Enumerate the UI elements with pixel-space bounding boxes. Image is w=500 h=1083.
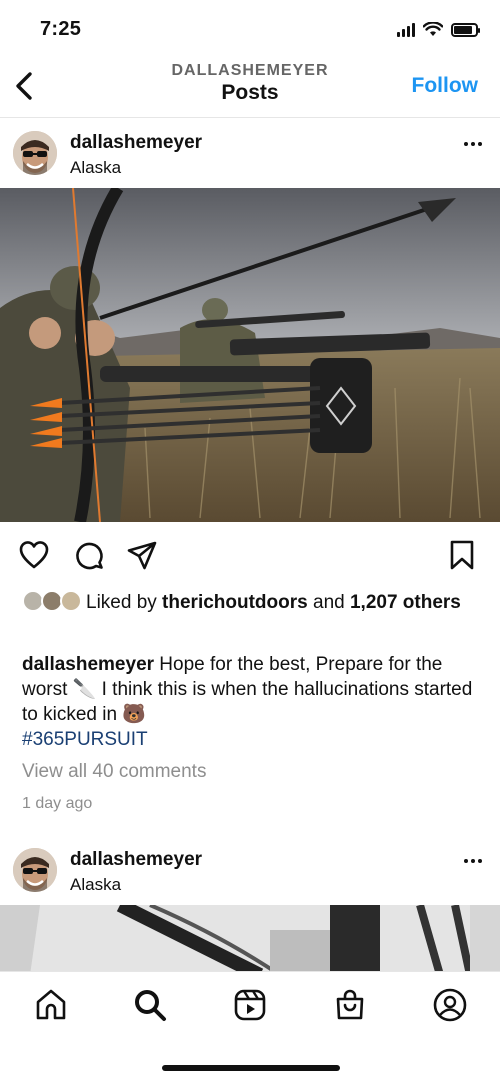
likes-prefix: Liked by: [86, 592, 163, 613]
post-timestamp: 1 day ago: [22, 795, 93, 812]
battery-icon: [451, 22, 480, 37]
wifi-icon: [423, 22, 443, 36]
avatar[interactable]: [13, 131, 57, 175]
post-location[interactable]: Alaska: [70, 875, 121, 895]
status-bar: 7:25: [0, 0, 500, 56]
heart-icon[interactable]: [18, 539, 50, 571]
likes-suffix[interactable]: others: [398, 592, 461, 613]
likes-line: Liked by therichoutdoors and 1,207 other…: [22, 590, 482, 615]
home-icon[interactable]: [34, 988, 68, 1022]
caption-hashtag[interactable]: #365PURSUIT: [22, 729, 148, 750]
post-header: dallashemeyer Alaska: [0, 118, 500, 188]
shop-icon[interactable]: [333, 988, 367, 1022]
reels-icon[interactable]: [233, 988, 267, 1022]
avatar[interactable]: [13, 848, 57, 892]
liked-by-avatars[interactable]: [22, 590, 84, 612]
follow-button[interactable]: Follow: [412, 74, 479, 98]
post-image[interactable]: [0, 905, 500, 975]
likes-count[interactable]: 1,207: [350, 592, 398, 613]
post-location[interactable]: Alaska: [70, 158, 121, 178]
cellular-signal-icon: [397, 22, 415, 37]
caption-username[interactable]: dallashemeyer: [22, 654, 154, 675]
post-image[interactable]: [0, 188, 500, 522]
post-username[interactable]: dallashemeyer: [70, 132, 202, 154]
more-options-icon[interactable]: [464, 859, 482, 863]
bottom-nav: [0, 971, 500, 1083]
post-actions: [0, 535, 500, 577]
status-icons: [397, 22, 480, 37]
comment-icon[interactable]: [73, 539, 105, 571]
post-username[interactable]: dallashemeyer: [70, 849, 202, 871]
profile-icon[interactable]: [433, 988, 467, 1022]
post-header: dallashemeyer Alaska: [0, 835, 500, 905]
view-comments-link[interactable]: View all 40 comments: [22, 761, 206, 783]
battery-fill: [454, 25, 472, 34]
more-options-icon[interactable]: [464, 142, 482, 146]
post-caption: dallashemeyer Hope for the best, Prepare…: [22, 652, 482, 752]
likes-middle: and: [307, 592, 350, 613]
share-icon[interactable]: [126, 539, 158, 571]
nav-header: DALLASHEMEYER Posts Follow: [0, 56, 500, 118]
search-icon[interactable]: [133, 988, 167, 1022]
bookmark-icon[interactable]: [446, 539, 478, 571]
status-time: 7:25: [40, 18, 82, 40]
liked-by-user[interactable]: therichoutdoors: [162, 592, 308, 613]
home-indicator: [162, 1065, 340, 1071]
avatar: [60, 590, 82, 612]
